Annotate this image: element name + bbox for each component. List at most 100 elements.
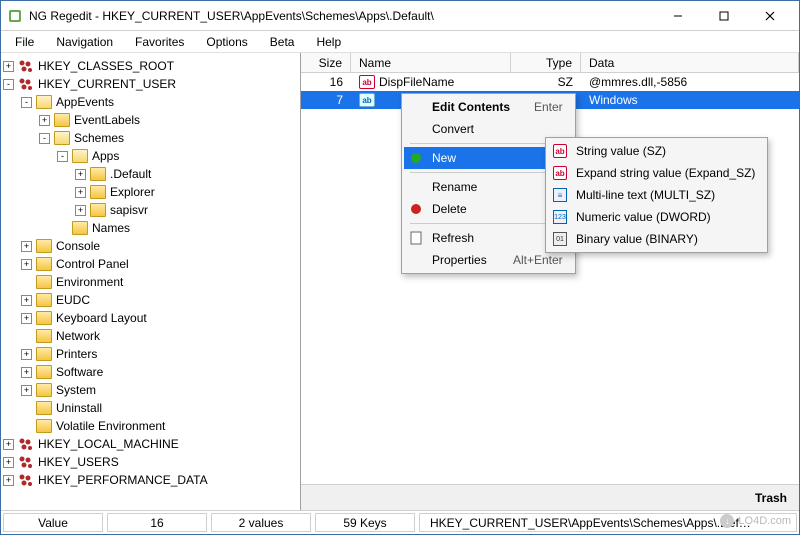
menu-item-label: Delete [432, 202, 521, 216]
tree-node[interactable]: Environment [3, 273, 298, 291]
submenu-item[interactable]: abExpand string value (Expand_SZ) [548, 162, 765, 184]
submenu-item[interactable]: 01 Binary value (BINARY) [548, 228, 765, 250]
submenu-item-label: Binary value (BINARY) [576, 232, 755, 246]
tree-node[interactable]: - AppEvents [3, 93, 298, 111]
tree-node[interactable]: + Printers [3, 345, 298, 363]
folder-icon [36, 293, 52, 307]
tree-node[interactable]: + .Default [3, 165, 298, 183]
tree-node[interactable]: +Keyboard Layout [3, 309, 298, 327]
menu-separator [410, 223, 567, 224]
content-area: +HKEY_CLASSES_ROOT-HKEY_CURRENT_USER-App… [1, 53, 799, 510]
tree-label: EventLabels [74, 113, 140, 127]
window-controls [655, 1, 793, 31]
menu-help[interactable]: Help [306, 33, 351, 51]
menu-separator [410, 172, 567, 173]
expand-icon[interactable]: + [21, 349, 32, 360]
window-title: NG Regedit - HKEY_CURRENT_USER\AppEvents… [29, 9, 655, 23]
tree-node[interactable]: + EventLabels [3, 111, 298, 129]
column-type[interactable]: Type [511, 53, 581, 72]
menu-navigation[interactable]: Navigation [46, 33, 123, 51]
status-keys: 59 Keys [315, 513, 415, 532]
folder-icon [36, 275, 52, 289]
expand-icon[interactable]: + [3, 475, 14, 486]
collapse-icon[interactable]: - [57, 151, 68, 162]
value-row[interactable]: 16abDispFileNameSZ@mmres.dll,-5856 [301, 73, 799, 91]
tree-node[interactable]: + HKEY_CLASSES_ROOT [3, 57, 298, 75]
column-size[interactable]: Size [301, 53, 351, 72]
menu-favorites[interactable]: Favorites [125, 33, 194, 51]
collapse-icon[interactable]: - [3, 79, 14, 90]
tree-node[interactable]: +EUDC [3, 291, 298, 309]
tree-node[interactable]: Uninstall [3, 399, 298, 417]
cell-size: 16 [301, 75, 351, 89]
folder-icon [36, 329, 52, 343]
tree-label: .Default [110, 167, 151, 181]
cell-data: @mmres.dll,-5856 [581, 75, 799, 89]
column-data[interactable]: Data [581, 53, 799, 72]
tree-node[interactable]: -Apps [3, 147, 298, 165]
menu-item-label: New [432, 151, 537, 165]
tree-node[interactable]: + Software [3, 363, 298, 381]
app-window: NG Regedit - HKEY_CURRENT_USER\AppEvents… [0, 0, 800, 535]
tree-node[interactable]: Network [3, 327, 298, 345]
binary-icon: 01 [552, 231, 568, 247]
expand-icon[interactable]: + [21, 295, 32, 306]
submenu-item[interactable]: abString value (SZ) [548, 140, 765, 162]
collapse-icon[interactable]: - [21, 97, 32, 108]
tree-node[interactable]: + Control Panel [3, 255, 298, 273]
close-button[interactable] [747, 1, 793, 31]
cell-name: abDispFileName [351, 75, 511, 89]
expand-icon[interactable]: + [75, 187, 86, 198]
blank-icon [408, 99, 424, 115]
menu-file[interactable]: File [5, 33, 44, 51]
submenu-item[interactable]: 123Numeric value (DWORD) [548, 206, 765, 228]
tree-node[interactable]: +Explorer [3, 183, 298, 201]
folder-open-icon [54, 131, 70, 145]
context-submenu-new[interactable]: abString value (SZ)abExpand string value… [545, 137, 768, 253]
tree-label: Network [56, 329, 100, 343]
tree-label: AppEvents [56, 95, 114, 109]
tree-node[interactable]: -HKEY_CURRENT_USER [3, 75, 298, 93]
tree-node[interactable]: + Console [3, 237, 298, 255]
menu-beta[interactable]: Beta [260, 33, 305, 51]
expand-icon[interactable]: + [21, 385, 32, 396]
tree-node[interactable]: + HKEY_LOCAL_MACHINE [3, 435, 298, 453]
folder-icon [54, 113, 70, 127]
expand-icon[interactable]: + [3, 61, 14, 72]
folder-icon [36, 365, 52, 379]
tree-label: Control Panel [56, 257, 129, 271]
tree-node[interactable]: +HKEY_PERFORMANCE_DATA [3, 471, 298, 489]
tree-label: HKEY_CLASSES_ROOT [38, 59, 174, 73]
tree-node[interactable]: Volatile Environment [3, 417, 298, 435]
expand-icon[interactable]: + [21, 259, 32, 270]
tree-node[interactable]: -Schemes [3, 129, 298, 147]
submenu-item[interactable]: ≡Multi-line text (MULTI_SZ) [548, 184, 765, 206]
tree-label: System [56, 383, 96, 397]
tree-node[interactable]: + System [3, 381, 298, 399]
minimize-button[interactable] [655, 1, 701, 31]
expand-icon[interactable]: + [75, 205, 86, 216]
string-value-icon: ab [359, 93, 375, 107]
menu-options[interactable]: Options [196, 33, 257, 51]
trash-drop-area[interactable]: Trash [301, 484, 799, 510]
expand-icon[interactable]: + [21, 241, 32, 252]
expand-icon[interactable]: + [21, 367, 32, 378]
expand-icon[interactable]: + [3, 457, 14, 468]
expand-icon[interactable]: + [75, 169, 86, 180]
menu-item-edit-contents[interactable]: Edit ContentsEnter [404, 96, 573, 118]
maximize-button[interactable] [701, 1, 747, 31]
tree-label: Printers [56, 347, 97, 361]
column-name[interactable]: Name [351, 53, 511, 72]
collapse-icon[interactable]: - [39, 133, 50, 144]
expand-icon[interactable]: + [3, 439, 14, 450]
tree-pane[interactable]: +HKEY_CLASSES_ROOT-HKEY_CURRENT_USER-App… [1, 53, 301, 510]
expand-icon[interactable]: + [21, 313, 32, 324]
no-expand [21, 331, 32, 342]
tree-label: Console [56, 239, 100, 253]
tree-label: HKEY_LOCAL_MACHINE [38, 437, 179, 451]
tree-node[interactable]: +sapisvr [3, 201, 298, 219]
tree-node[interactable]: +HKEY_USERS [3, 453, 298, 471]
tree-node[interactable]: Names [3, 219, 298, 237]
tree-label: Software [56, 365, 103, 379]
expand-icon[interactable]: + [39, 115, 50, 126]
